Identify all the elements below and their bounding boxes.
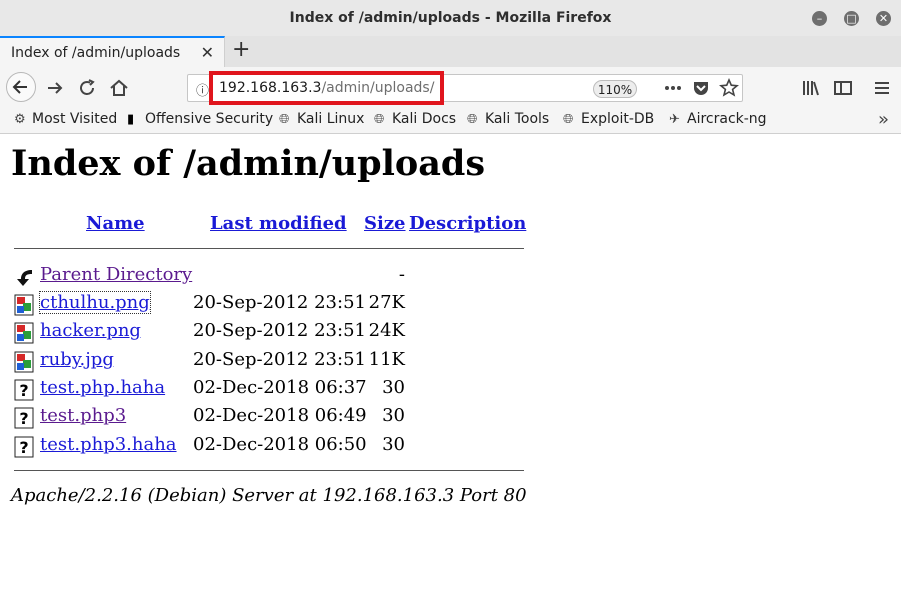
forward-button[interactable]: [44, 77, 66, 99]
file-modified: 02-Dec-2018 06:49: [193, 405, 367, 426]
globe-icon: 🌐︎: [467, 112, 478, 127]
bookmark-label: Kali Tools: [485, 111, 550, 127]
library-icon[interactable]: [800, 77, 822, 99]
bookmark-label: Aircrack-ng: [687, 111, 767, 127]
table-row: ? test.php3 02-Dec-2018 06:49 30: [14, 405, 534, 429]
file-modified: 20-Sep-2012 23:51: [193, 320, 366, 341]
bookmark-offensive-security[interactable]: ▮ Offensive Security: [127, 111, 273, 127]
file-link[interactable]: ruby.jpg: [40, 349, 114, 370]
bookmark-exploit-db[interactable]: 🌐︎ Exploit-DB: [563, 111, 654, 127]
window-titlebar: Index of /admin/uploads - Mozilla Firefo…: [0, 0, 901, 37]
pocket-icon[interactable]: [690, 77, 712, 99]
tab-strip: Index of /admin/uploads ✕ +: [0, 36, 901, 67]
site-info-icon[interactable]: ⓘ: [196, 80, 209, 99]
close-tab-icon[interactable]: ✕: [201, 43, 214, 62]
bookmark-label: Kali Docs: [392, 111, 457, 127]
globe-icon: 🌐︎: [563, 112, 574, 127]
offsec-icon: ▮: [127, 112, 135, 127]
close-window-button[interactable]: ✕: [876, 11, 891, 26]
bookmark-star-icon[interactable]: [718, 77, 740, 99]
table-row: ruby.jpg 20-Sep-2012 23:51 11K: [14, 349, 534, 373]
sidebar-icon[interactable]: [832, 77, 854, 99]
nav-bar: [0, 67, 901, 108]
zoom-level-badge[interactable]: 110%: [593, 80, 637, 98]
unknown-file-icon: ?: [14, 407, 34, 429]
file-size: 30: [382, 377, 405, 398]
back-folder-icon: [17, 270, 32, 286]
bookmarks-toolbar: ⚙ Most Visited ▮ Offensive Security 🌐︎ Kali…: [0, 108, 901, 134]
back-button[interactable]: [6, 72, 36, 102]
bookmarks-overflow-icon[interactable]: »: [878, 109, 889, 130]
url-highlight-box: [209, 71, 444, 105]
file-link[interactable]: test.php.haha: [40, 377, 165, 398]
parent-size: -: [398, 264, 405, 285]
image-file-icon: [14, 294, 34, 316]
table-row-parent: Parent Directory -: [14, 264, 534, 288]
table-row: ? test.php.haha 02-Dec-2018 06:37 30: [14, 377, 534, 401]
file-size: 30: [382, 434, 405, 455]
file-modified: 20-Sep-2012 23:51: [193, 292, 366, 313]
file-modified: 02-Dec-2018 06:50: [193, 434, 367, 455]
table-row: ? test.php3.haha 02-Dec-2018 06:50 30: [14, 434, 534, 458]
globe-icon: 🌐︎: [279, 112, 290, 127]
bookmark-aircrack-ng[interactable]: ✈︎ Aircrack-ng: [669, 111, 767, 127]
file-size: 11K: [368, 349, 405, 370]
menu-icon[interactable]: [871, 77, 893, 99]
divider-top: [14, 248, 524, 249]
table-row: hacker.png 20-Sep-2012 23:51 24K: [14, 320, 534, 344]
home-button[interactable]: [108, 77, 130, 99]
table-row: cthulhu.png 20-Sep-2012 23:51 27K: [14, 291, 534, 316]
page-heading: Index of /admin/uploads: [11, 143, 486, 184]
unknown-file-icon: ?: [14, 436, 34, 458]
file-link[interactable]: test.php3: [40, 405, 126, 426]
parent-directory-link[interactable]: Parent Directory: [40, 264, 192, 285]
bookmark-label: Offensive Security: [145, 111, 274, 127]
image-file-icon: [14, 322, 34, 344]
column-description-link[interactable]: Description: [409, 213, 526, 234]
divider-bottom: [14, 470, 524, 471]
column-size-link[interactable]: Size: [364, 213, 406, 234]
file-size: 27K: [368, 292, 405, 313]
tab-title: Index of /admin/uploads: [11, 45, 181, 61]
server-signature: Apache/2.2.16 (Debian) Server at 192.168…: [11, 485, 527, 506]
reload-button[interactable]: [76, 77, 98, 99]
bookmark-label: Most Visited: [32, 111, 118, 127]
back-arrow-icon: [12, 80, 27, 94]
new-tab-button[interactable]: +: [232, 38, 250, 62]
svg-text:?: ?: [19, 438, 28, 457]
minimize-button[interactable]: –: [812, 11, 827, 26]
globe-icon: 🌐︎: [374, 112, 385, 127]
bookmark-label: Kali Linux: [297, 111, 365, 127]
unknown-file-icon: ?: [14, 379, 34, 401]
file-modified: 20-Sep-2012 23:51: [193, 349, 366, 370]
window-title: Index of /admin/uploads - Mozilla Firefo…: [289, 10, 612, 26]
bookmark-kali-tools[interactable]: 🌐︎ Kali Tools: [467, 111, 549, 127]
file-modified: 02-Dec-2018 06:37: [193, 377, 367, 398]
file-link[interactable]: cthulhu.png: [39, 291, 151, 314]
file-size: 30: [382, 405, 405, 426]
image-file-icon: [14, 351, 34, 373]
bookmark-kali-linux[interactable]: 🌐︎ Kali Linux: [279, 111, 364, 127]
column-name-link[interactable]: Name: [86, 213, 145, 234]
file-link[interactable]: hacker.png: [40, 320, 141, 341]
file-size: 24K: [368, 320, 405, 341]
column-last-modified-link[interactable]: Last modified: [210, 213, 347, 234]
page-content: Index of /admin/uploads Name Last modifi…: [0, 134, 901, 604]
bookmark-label: Exploit-DB: [581, 111, 655, 127]
bookmark-kali-docs[interactable]: 🌐︎ Kali Docs: [374, 111, 456, 127]
svg-text:?: ?: [19, 381, 28, 400]
aircrack-icon: ✈︎: [669, 112, 680, 127]
maximize-button[interactable]: □: [844, 11, 859, 26]
gear-icon: ⚙: [14, 112, 26, 127]
tab-active[interactable]: Index of /admin/uploads ✕: [0, 36, 225, 67]
file-link[interactable]: test.php3.haha: [40, 434, 177, 455]
svg-text:?: ?: [19, 409, 28, 428]
page-actions-icon[interactable]: [662, 77, 684, 99]
bookmark-most-visited[interactable]: ⚙ Most Visited: [14, 111, 117, 127]
